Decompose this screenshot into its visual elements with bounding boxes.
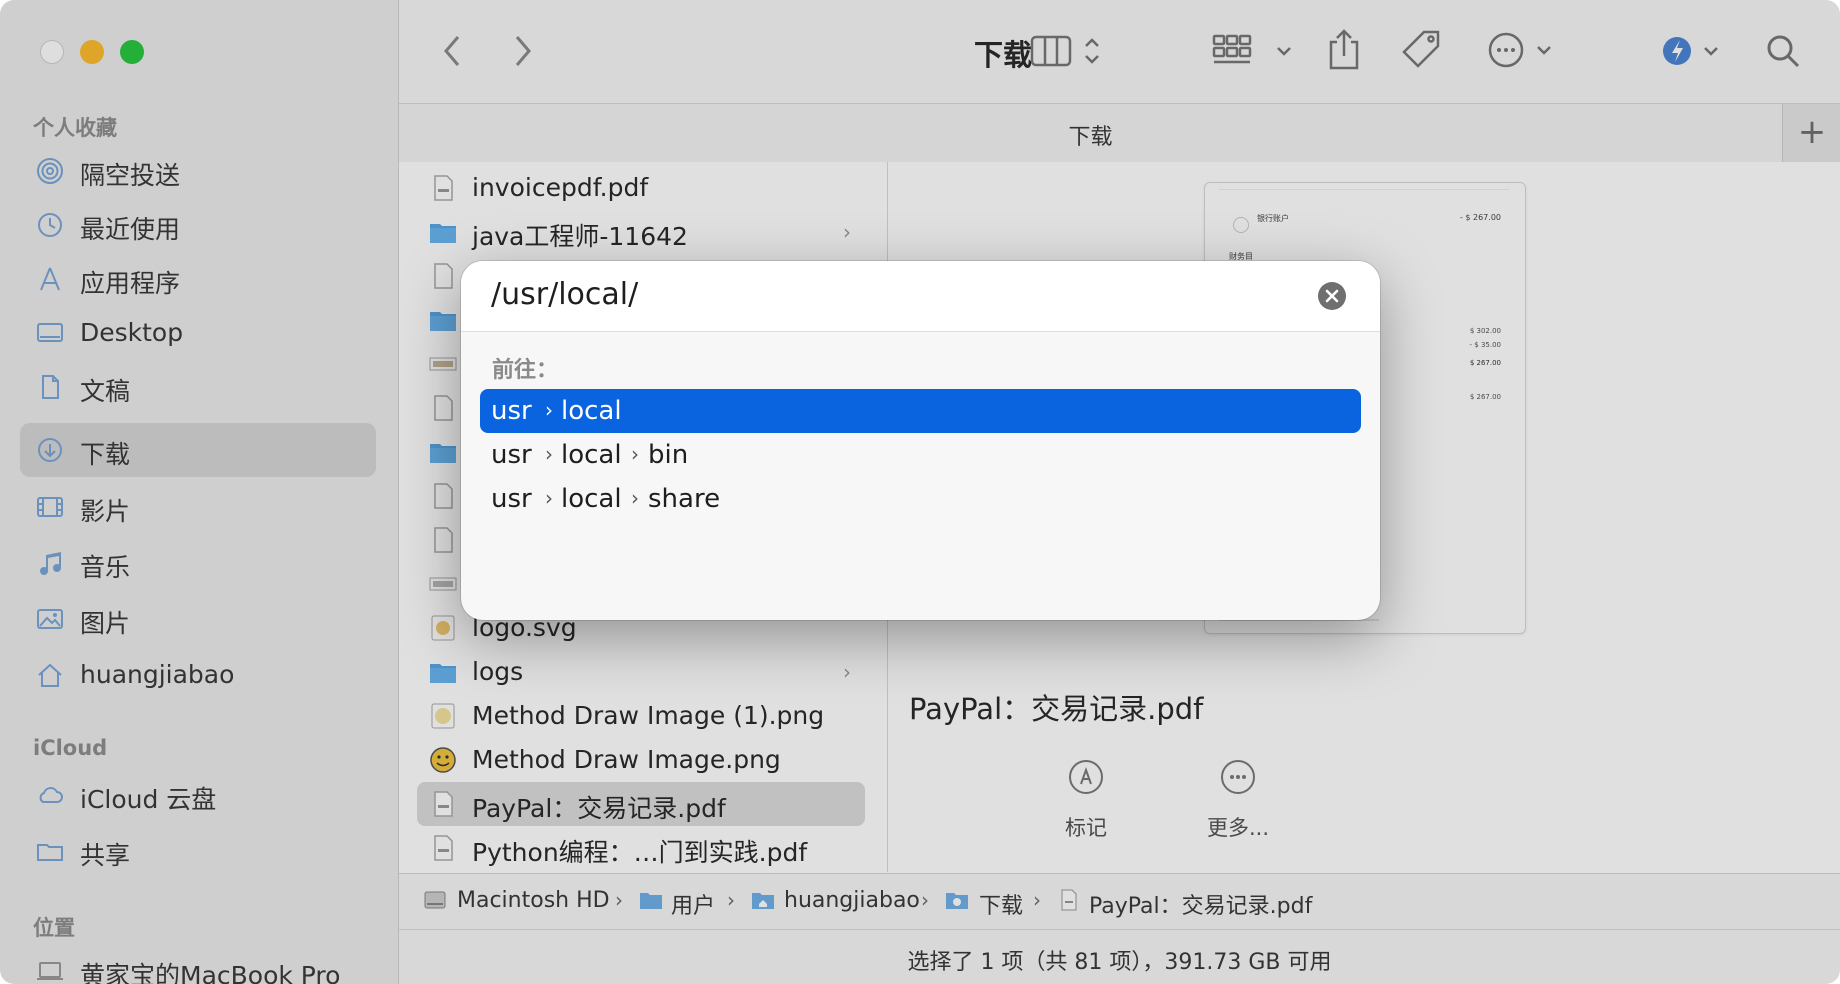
goto-folder-dialog: /usr/local/ 前往： usr › local usr › local … (461, 261, 1380, 620)
close-icon (1325, 289, 1339, 303)
path-segment: usr (491, 484, 532, 514)
goto-path-input[interactable]: /usr/local/ (461, 261, 1380, 332)
path-segment: share (648, 484, 721, 514)
path-segment: usr (491, 440, 532, 470)
finder-window: 个人收藏 隔空投送 最近使用 应用程序 Desktop 文稿 下载 影片 音乐 … (0, 0, 1840, 984)
goto-suggestion[interactable]: usr › local › bin (480, 433, 1361, 477)
chevron-right-icon: › (545, 442, 553, 466)
goto-heading: 前往： (492, 358, 559, 383)
goto-suggestion-selected[interactable]: usr › local (480, 389, 1361, 433)
chevron-right-icon: › (631, 442, 639, 466)
path-segment: usr (491, 396, 532, 426)
chevron-right-icon: › (545, 486, 553, 510)
path-segment: local (561, 396, 622, 426)
chevron-right-icon: › (631, 486, 639, 510)
path-segment: local (561, 484, 622, 514)
chevron-right-icon: › (545, 398, 553, 422)
clear-input-button[interactable] (1318, 282, 1346, 310)
goto-path-value: /usr/local/ (491, 277, 639, 312)
goto-suggestion[interactable]: usr › local › share (480, 477, 1361, 521)
path-segment: local (561, 440, 622, 470)
path-segment: bin (648, 440, 689, 470)
